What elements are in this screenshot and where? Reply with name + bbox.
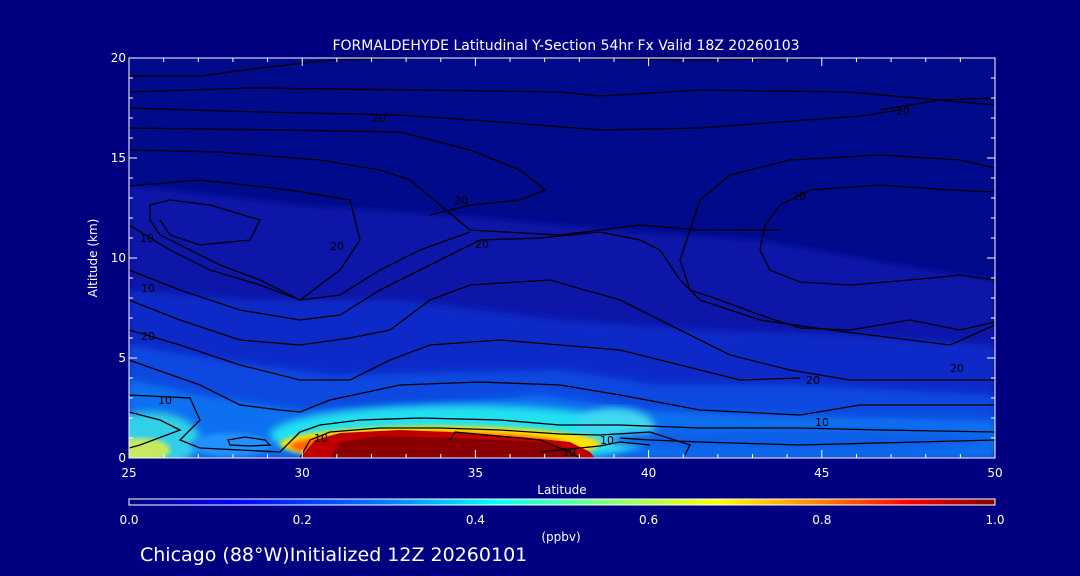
contour-label: 20 xyxy=(330,240,344,253)
y-tick-label: 5 xyxy=(118,351,126,365)
contour-label: 20 xyxy=(806,374,820,387)
contour-label: 10 xyxy=(815,416,829,429)
y-tick-label: 20 xyxy=(111,51,126,65)
x-axis-label: Latitude xyxy=(537,483,586,497)
footer-caption: Chicago (88°W)Initialized 12Z 20260101 xyxy=(140,544,527,566)
chart-title: FORMALDEHYDE Latitudinal Y-Section 54hr … xyxy=(332,38,799,54)
contour-label: 10 xyxy=(314,432,328,445)
colorbar xyxy=(128,498,996,506)
field-right-low-blob xyxy=(610,428,990,452)
x-tick-label: 30 xyxy=(295,466,310,480)
colorbar-tick-label: 1.0 xyxy=(985,513,1004,527)
y-tick-label: 0 xyxy=(118,451,126,465)
contour-label: 20 xyxy=(372,112,386,125)
contour-label: 20 xyxy=(141,330,155,343)
colorbar-tick-label: 0.4 xyxy=(466,513,485,527)
contour-label: 20 xyxy=(950,362,964,375)
colorbar-tick-label: 0.2 xyxy=(293,513,312,527)
x-tick-label: 25 xyxy=(121,466,136,480)
contour-label: 20 xyxy=(454,194,468,207)
y-tick-label: 10 xyxy=(111,251,126,265)
contour-label: 20 xyxy=(896,105,910,118)
colorbar-label: (ppbv) xyxy=(541,530,580,544)
concentration-field xyxy=(129,58,995,458)
colorbar-tick-label: 0.6 xyxy=(639,513,658,527)
contour-label: 10 xyxy=(562,446,576,459)
contour-label: 20 xyxy=(792,190,806,203)
y-tick-label: 15 xyxy=(111,151,126,165)
x-tick-label: 50 xyxy=(987,466,1002,480)
colorbar-ticks: 0.0 0.2 0.4 0.6 0.8 1.0 xyxy=(119,513,1004,527)
contour-label: 10 xyxy=(141,282,155,295)
x-tick-label: 35 xyxy=(468,466,483,480)
y-axis-label: Altitude (km) xyxy=(86,219,100,298)
contour-label: 20 xyxy=(475,238,489,251)
colorbar-tick-label: 0.0 xyxy=(119,513,138,527)
contour-label: 10 xyxy=(158,394,172,407)
x-tick-label: 45 xyxy=(814,466,829,480)
contour-label: 10 xyxy=(140,232,154,245)
contour-label: 10 xyxy=(600,434,614,447)
x-tick-label: 40 xyxy=(641,466,656,480)
chart-canvas: FORMALDEHYDE Latitudinal Y-Section 54hr … xyxy=(86,38,1005,566)
colorbar-tick-label: 0.8 xyxy=(812,513,831,527)
